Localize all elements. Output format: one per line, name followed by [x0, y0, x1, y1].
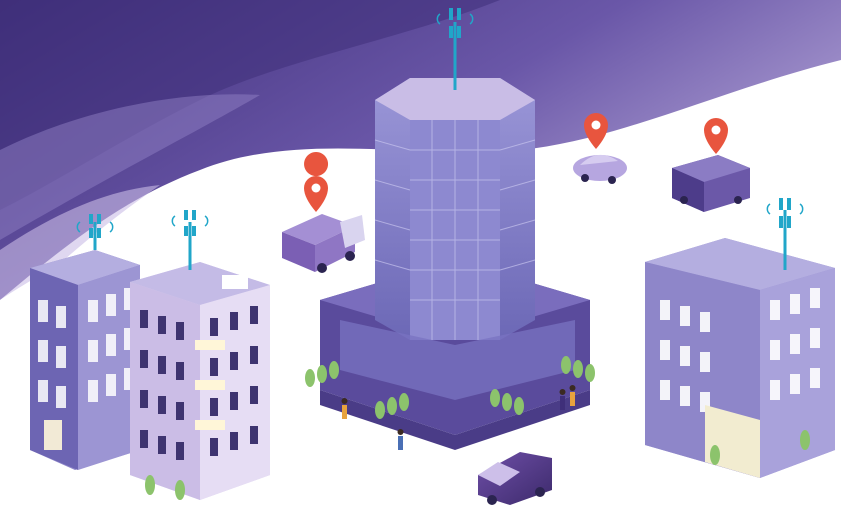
city-network-illustration [0, 0, 841, 524]
left-apartment-2 [130, 262, 270, 500]
left-apartment [30, 250, 140, 470]
